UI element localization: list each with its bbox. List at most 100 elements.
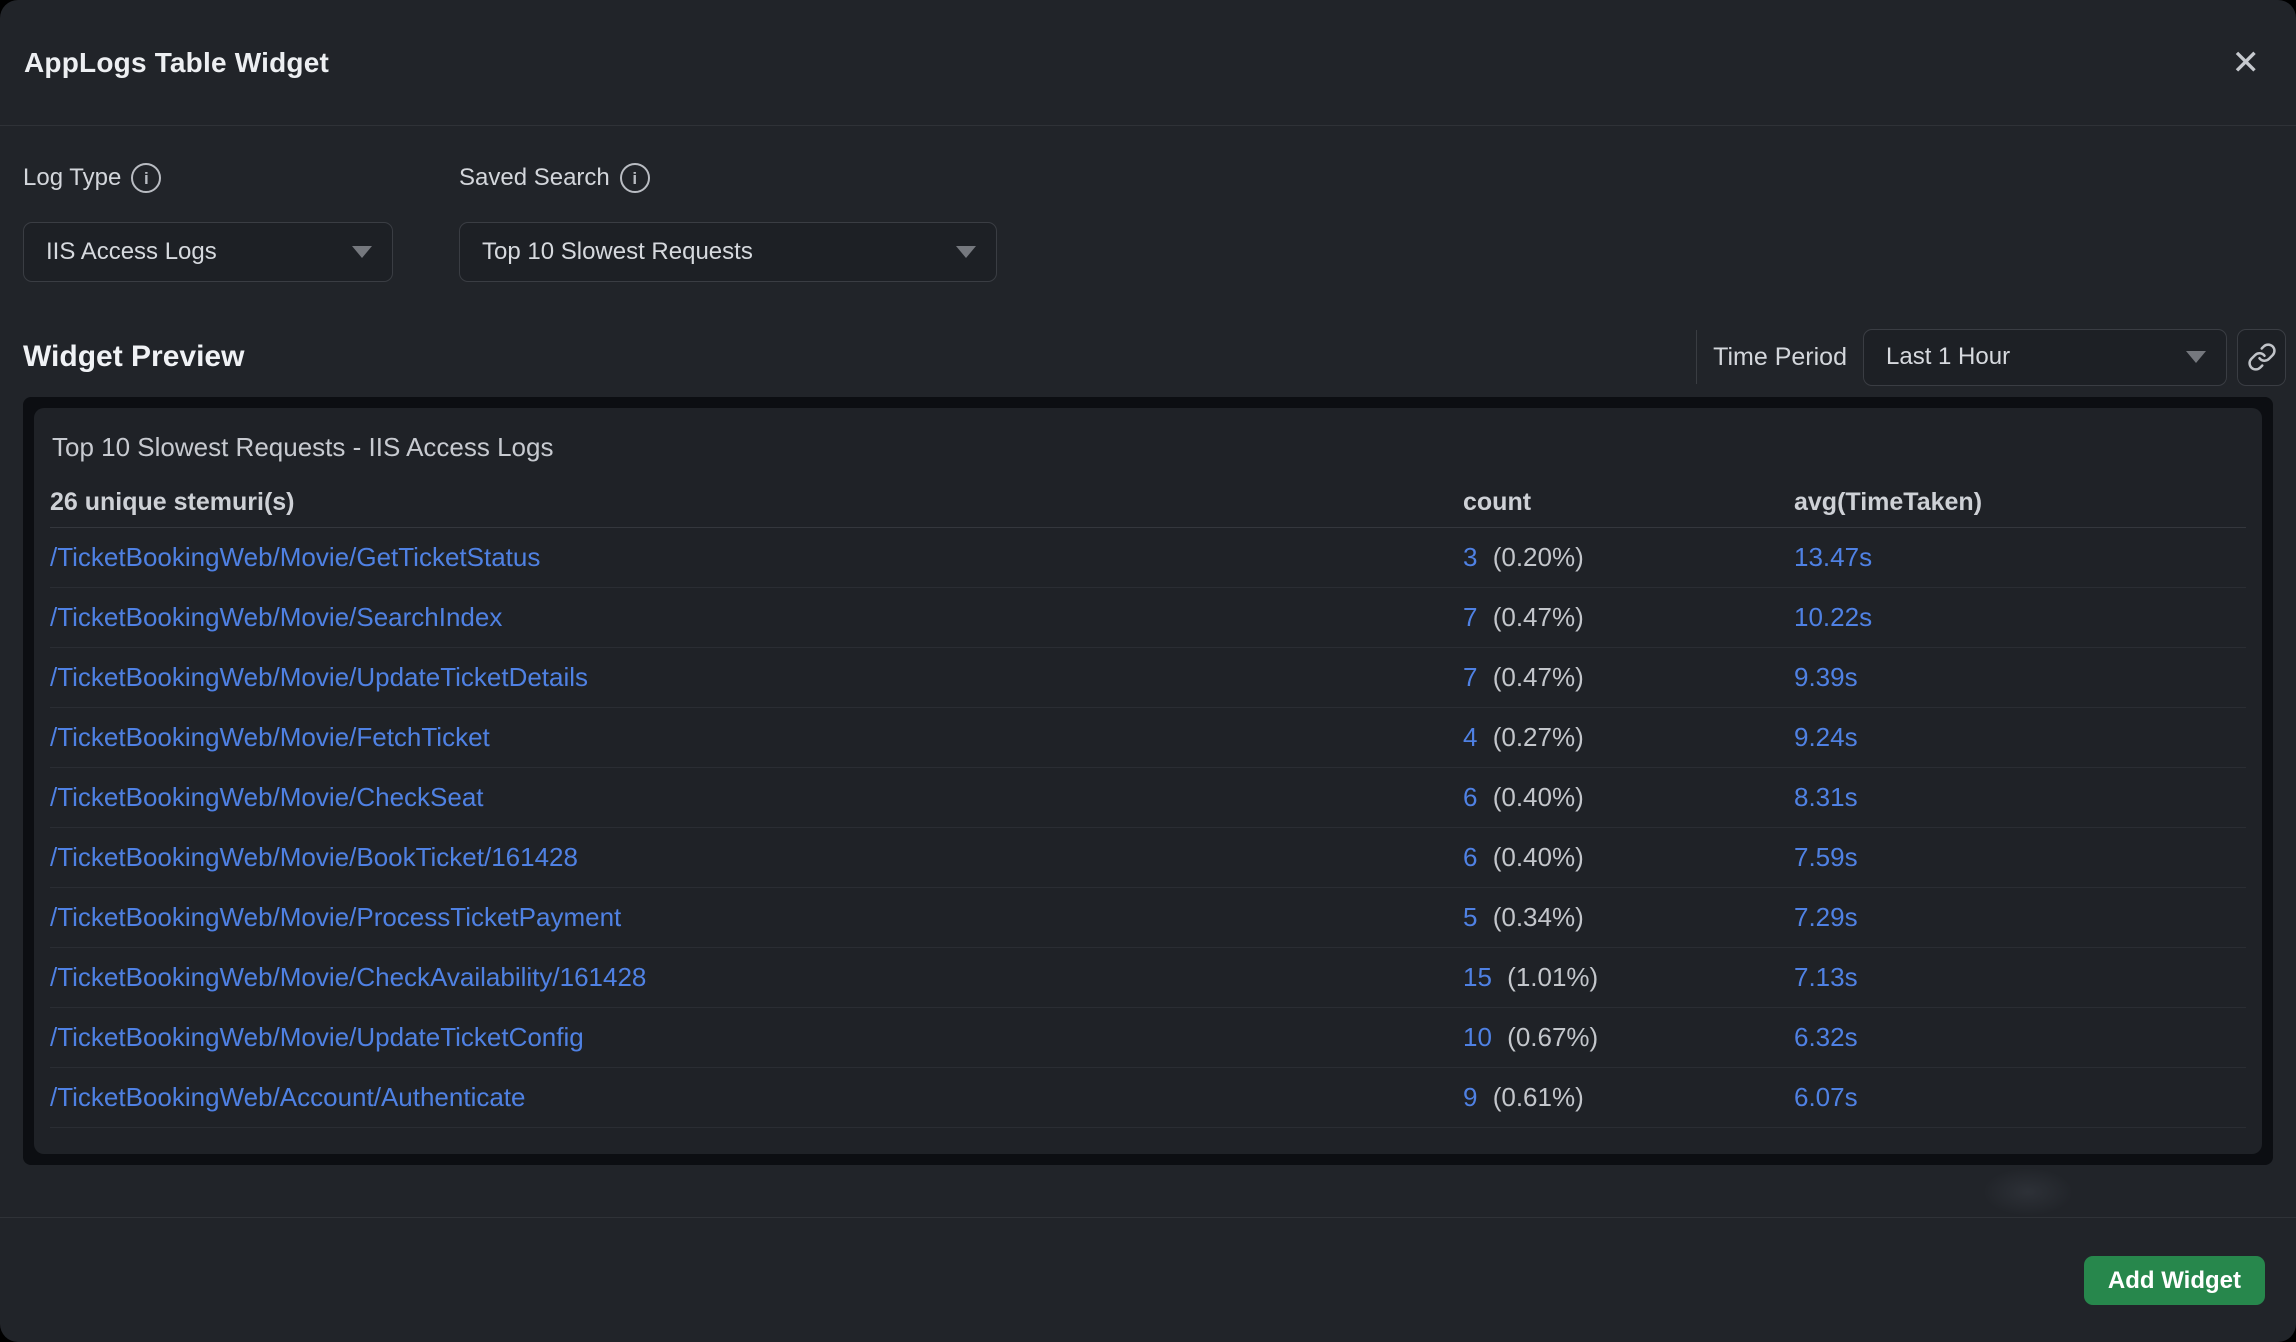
applogs-widget-modal: AppLogs Table Widget ✕ Log Type i IIS Ac… (0, 0, 2296, 1342)
saved-search-label: Saved Search i (459, 162, 997, 194)
table-row: /TicketBookingWeb/Movie/FetchTicket 4 (0… (50, 708, 2246, 768)
table-row: /TicketBookingWeb/Movie/BookTicket/16142… (50, 828, 2246, 888)
column-header-count: count (1463, 488, 1794, 517)
count-cell: 7 (0.47%) (1463, 602, 1794, 633)
count-percent: (0.47%) (1493, 602, 1584, 632)
count-percent: (0.67%) (1507, 1022, 1598, 1052)
table-row: /TicketBookingWeb/Movie/UpdateTicketConf… (50, 1008, 2246, 1068)
info-icon[interactable]: i (131, 163, 161, 193)
log-type-dropdown[interactable]: IIS Access Logs (23, 222, 393, 282)
time-period-cluster: Time Period Last 1 Hour (1696, 329, 2286, 386)
chevron-down-icon (956, 246, 976, 258)
modal-header: AppLogs Table Widget ✕ (0, 0, 2296, 126)
stemuri-link[interactable]: /TicketBookingWeb/Movie/GetTicketStatus (50, 542, 1463, 573)
modal-title: AppLogs Table Widget (24, 47, 329, 79)
stemuri-link[interactable]: /TicketBookingWeb/Account/Authenticate (50, 1082, 1463, 1113)
table-body: /TicketBookingWeb/Movie/GetTicketStatus … (34, 528, 2262, 1128)
count-cell: 6 (0.40%) (1463, 842, 1794, 873)
avg-link[interactable]: 6.07s (1794, 1082, 2246, 1113)
count-percent: (0.47%) (1493, 662, 1584, 692)
count-cell: 10 (0.67%) (1463, 1022, 1794, 1053)
count-link[interactable]: 5 (1463, 902, 1477, 932)
count-link[interactable]: 4 (1463, 722, 1477, 752)
time-period-dropdown[interactable]: Last 1 Hour (1863, 329, 2227, 386)
time-period-value: Last 1 Hour (1886, 343, 2010, 371)
count-cell: 6 (0.40%) (1463, 782, 1794, 813)
avg-link[interactable]: 8.31s (1794, 782, 2246, 813)
log-type-label: Log Type i (23, 162, 393, 194)
column-header-stemuri: 26 unique stemuri(s) (50, 488, 1463, 517)
count-cell: 15 (1.01%) (1463, 962, 1794, 993)
close-icon[interactable]: ✕ (2228, 42, 2265, 84)
table-row: /TicketBookingWeb/Movie/ProcessTicketPay… (50, 888, 2246, 948)
count-link[interactable]: 7 (1463, 662, 1477, 692)
preview-heading: Widget Preview (23, 340, 244, 374)
avg-link[interactable]: 10.22s (1794, 602, 2246, 633)
vertical-divider (1696, 330, 1697, 384)
count-cell: 5 (0.34%) (1463, 902, 1794, 933)
chevron-down-icon (2186, 351, 2206, 363)
avg-link[interactable]: 9.39s (1794, 662, 2246, 693)
table-row: /TicketBookingWeb/Movie/SearchIndex 7 (0… (50, 588, 2246, 648)
avg-link[interactable]: 7.29s (1794, 902, 2246, 933)
stemuri-link[interactable]: /TicketBookingWeb/Movie/SearchIndex (50, 602, 1463, 633)
count-link[interactable]: 6 (1463, 782, 1477, 812)
table-header-row: 26 unique stemuri(s) count avg(TimeTaken… (50, 477, 2246, 528)
count-cell: 7 (0.47%) (1463, 662, 1794, 693)
count-link[interactable]: 7 (1463, 602, 1477, 632)
avg-link[interactable]: 7.13s (1794, 962, 2246, 993)
table-row: /TicketBookingWeb/Movie/UpdateTicketDeta… (50, 648, 2246, 708)
stemuri-link[interactable]: /TicketBookingWeb/Movie/CheckSeat (50, 782, 1463, 813)
widget-preview-panel: Top 10 Slowest Requests - IIS Access Log… (23, 397, 2273, 1165)
log-type-value: IIS Access Logs (46, 238, 217, 266)
saved-search-label-text: Saved Search (459, 164, 610, 192)
table-title: Top 10 Slowest Requests - IIS Access Log… (34, 408, 2262, 477)
cursor-smudge (1983, 1168, 2073, 1216)
preview-table-card: Top 10 Slowest Requests - IIS Access Log… (34, 408, 2262, 1154)
stemuri-link[interactable]: /TicketBookingWeb/Movie/UpdateTicketConf… (50, 1022, 1463, 1053)
avg-link[interactable]: 9.24s (1794, 722, 2246, 753)
chevron-down-icon (352, 246, 372, 258)
count-percent: (0.27%) (1493, 722, 1584, 752)
info-icon[interactable]: i (620, 163, 650, 193)
stemuri-link[interactable]: /TicketBookingWeb/Movie/UpdateTicketDeta… (50, 662, 1463, 693)
stemuri-link[interactable]: /TicketBookingWeb/Movie/FetchTicket (50, 722, 1463, 753)
count-link[interactable]: 9 (1463, 1082, 1477, 1112)
count-link[interactable]: 15 (1463, 962, 1492, 992)
time-period-label: Time Period (1713, 343, 1847, 372)
preview-heading-row: Widget Preview Time Period Last 1 Hour (23, 322, 2286, 392)
count-link[interactable]: 10 (1463, 1022, 1492, 1052)
log-type-label-text: Log Type (23, 164, 121, 192)
saved-search-value: Top 10 Slowest Requests (482, 238, 753, 266)
avg-link[interactable]: 7.59s (1794, 842, 2246, 873)
count-percent: (0.34%) (1493, 902, 1584, 932)
count-cell: 4 (0.27%) (1463, 722, 1794, 753)
controls-row: Log Type i IIS Access Logs Saved Search … (23, 162, 997, 282)
link-icon (2247, 342, 2277, 372)
count-cell: 9 (0.61%) (1463, 1082, 1794, 1113)
table-row: /TicketBookingWeb/Movie/GetTicketStatus … (50, 528, 2246, 588)
count-link[interactable]: 6 (1463, 842, 1477, 872)
count-percent: (0.40%) (1493, 782, 1584, 812)
count-percent: (0.20%) (1493, 542, 1584, 572)
stemuri-link[interactable]: /TicketBookingWeb/Movie/BookTicket/16142… (50, 842, 1463, 873)
avg-link[interactable]: 13.47s (1794, 542, 2246, 573)
count-cell: 3 (0.20%) (1463, 542, 1794, 573)
stemuri-link[interactable]: /TicketBookingWeb/Movie/CheckAvailabilit… (50, 962, 1463, 993)
saved-search-dropdown[interactable]: Top 10 Slowest Requests (459, 222, 997, 282)
count-link[interactable]: 3 (1463, 542, 1477, 572)
copy-link-button[interactable] (2237, 329, 2286, 386)
saved-search-group: Saved Search i Top 10 Slowest Requests (459, 162, 997, 282)
log-type-group: Log Type i IIS Access Logs (23, 162, 393, 282)
table-row: /TicketBookingWeb/Movie/CheckAvailabilit… (50, 948, 2246, 1008)
count-percent: (1.01%) (1507, 962, 1598, 992)
table-row: /TicketBookingWeb/Movie/CheckSeat 6 (0.4… (50, 768, 2246, 828)
stemuri-link[interactable]: /TicketBookingWeb/Movie/ProcessTicketPay… (50, 902, 1463, 933)
avg-link[interactable]: 6.32s (1794, 1022, 2246, 1053)
footer-divider (0, 1217, 2296, 1218)
table-row: /TicketBookingWeb/Account/Authenticate 9… (50, 1068, 2246, 1128)
column-header-avg: avg(TimeTaken) (1794, 488, 2246, 517)
count-percent: (0.61%) (1493, 1082, 1584, 1112)
count-percent: (0.40%) (1493, 842, 1584, 872)
add-widget-button[interactable]: Add Widget (2084, 1256, 2265, 1305)
